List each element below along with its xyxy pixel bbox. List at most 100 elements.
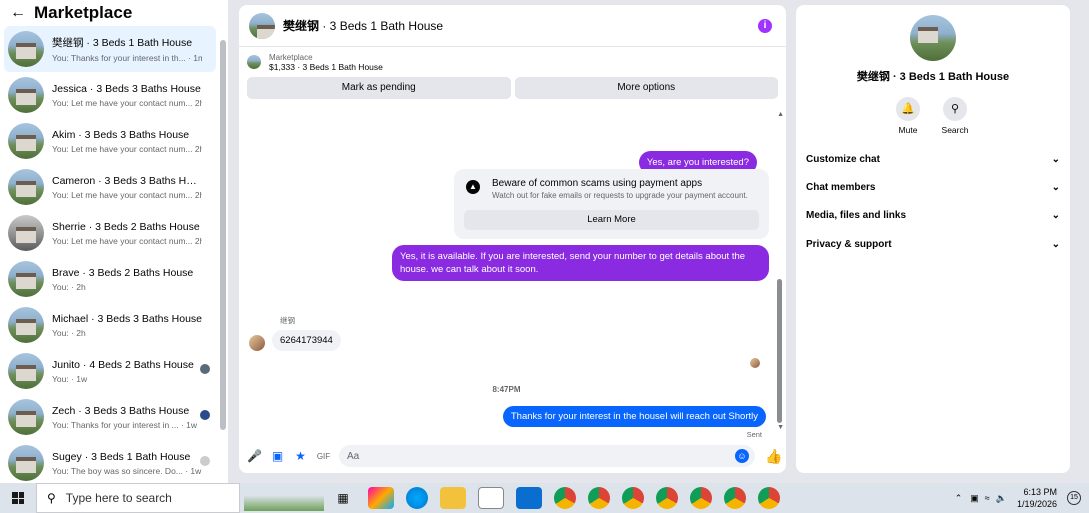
chat-members-row[interactable]: Chat members ⌄	[806, 182, 1060, 193]
conversation-title: Brave · 3 Beds 2 Baths House	[52, 266, 194, 279]
conversation-title: Michael · 3 Beds 3 Baths House	[52, 312, 202, 325]
chrome-icon[interactable]	[724, 487, 746, 509]
avatar	[8, 31, 44, 67]
chat-panel: 樊继钢 · 3 Beds 1 Bath House i Marketplace …	[239, 5, 786, 473]
listing-price: $1,333 · 3 Beds 1 Bath House	[269, 61, 383, 72]
conversation-item[interactable]: Sugey · 3 Beds 1 Bath House You: The boy …	[4, 440, 216, 486]
privacy-support-row[interactable]: Privacy & support ⌄	[806, 239, 1060, 250]
wifi-icon[interactable]: ≈	[985, 493, 990, 503]
photo-icon[interactable]: ▣	[270, 449, 285, 464]
back-arrow-icon[interactable]: ←	[10, 4, 26, 22]
conversation-preview: You: · 1w	[52, 373, 88, 384]
conversation-list: 樊继钢 · 3 Beds 1 Bath House You: Thanks for…	[4, 26, 216, 486]
more-options-button[interactable]: More options	[514, 77, 778, 99]
windows-logo-icon	[12, 492, 24, 504]
bell-icon[interactable]: 🔔	[896, 97, 920, 121]
media-files-links-row[interactable]: Media, files and links ⌄	[806, 210, 1060, 221]
search-icon[interactable]: ⚲	[943, 97, 967, 121]
microphone-icon[interactable]: 🎤	[247, 449, 262, 464]
file-explorer-icon[interactable]	[440, 487, 466, 509]
section-label: Chat members	[806, 182, 876, 193]
conversation-preview: You: Let me have your contact num... 2h	[52, 235, 202, 246]
listing-label: Marketplace	[269, 52, 313, 62]
clock[interactable]: 6:13 PM 1/19/2026	[1017, 486, 1057, 510]
message-input[interactable]: Aa ☺	[339, 445, 755, 467]
chevron-down-icon: ⌄	[1051, 154, 1060, 165]
avatar[interactable]	[249, 12, 275, 39]
conversation-item[interactable]: Michael · 3 Beds 3 Baths House You: · 2h	[4, 302, 216, 348]
chrome-icon[interactable]	[656, 487, 678, 509]
chat-contact-name: 樊继钢	[283, 19, 320, 33]
chrome-icon[interactable]	[690, 487, 712, 509]
scroll-down-arrow-icon[interactable]: ▼	[777, 424, 784, 431]
scam-warning-card: ▲ Beware of common scams using payment a…	[454, 169, 769, 239]
avatar	[249, 335, 265, 351]
info-icon[interactable]: i	[758, 19, 772, 33]
read-receipt-avatar	[750, 358, 760, 368]
store-icon[interactable]	[478, 487, 504, 509]
conversation-item[interactable]: Junito · 4 Beds 2 Baths House You: · 1w	[4, 348, 216, 394]
emoji-icon[interactable]: ☺	[735, 449, 749, 463]
volume-icon[interactable]: 🔈	[996, 493, 1007, 504]
taskbar-search[interactable]: ⚲ Type here to search	[36, 483, 240, 513]
section-label: Media, files and links	[806, 210, 907, 221]
outgoing-message: Yes, it is available. If you are interes…	[392, 245, 769, 281]
avatar	[8, 399, 44, 435]
copilot-icon[interactable]	[368, 487, 394, 509]
conversation-item[interactable]: Cameron · 3 Beds 3 Baths House You: Let m…	[4, 164, 216, 210]
chrome-icon[interactable]	[622, 487, 644, 509]
notification-badge[interactable]: 15	[1067, 491, 1081, 505]
conversation-item[interactable]: Jessica · 3 Beds 3 Baths House You: Let m…	[4, 72, 216, 118]
chat-header: 樊继钢 · 3 Beds 1 Bath House i	[239, 5, 786, 47]
chrome-icon[interactable]	[554, 487, 576, 509]
start-button[interactable]	[0, 483, 36, 513]
conversation-item[interactable]: Brave · 3 Beds 2 Baths House You: · 2h	[4, 256, 216, 302]
chrome-icon[interactable]	[758, 487, 780, 509]
conversation-item[interactable]: Zech · 3 Beds 3 Baths House You: Thanks f…	[4, 394, 216, 440]
scrollbar-thumb[interactable]	[220, 40, 226, 430]
shield-icon: ▲	[466, 180, 480, 194]
sidebar-scrollbar[interactable]	[219, 30, 227, 478]
thumbs-up-icon[interactable]: 👍	[765, 448, 782, 465]
outgoing-message: Thanks for your interest in the houseI w…	[502, 406, 766, 427]
avatar	[8, 123, 44, 159]
system-tray: ⌃ ▣ ≈ 🔈 6:13 PM 1/19/2026 15	[955, 483, 1089, 513]
message-composer: 🎤 ▣ ★ GIF Aa ☺ 👍	[239, 439, 786, 473]
gif-icon[interactable]: GIF	[316, 449, 331, 464]
conversation-item[interactable]: 樊继钢 · 3 Beds 1 Bath House You: Thanks for…	[4, 26, 216, 72]
conversation-title: Junito · 4 Beds 2 Baths House	[52, 358, 194, 371]
clock-date: 1/19/2026	[1016, 499, 1057, 509]
section-label: Privacy & support	[806, 239, 892, 250]
customize-chat-row[interactable]: Customize chat ⌄	[806, 154, 1060, 165]
sticker-icon[interactable]: ★	[293, 449, 308, 464]
conversation-item[interactable]: Sherrie · 3 Beds 2 Baths House You: Let m…	[4, 210, 216, 256]
listing-actions: Mark as pending More options	[239, 77, 786, 99]
chevron-up-icon[interactable]: ⌃	[955, 493, 963, 504]
mark-as-pending-button[interactable]: Mark as pending	[247, 77, 511, 99]
listing-summary[interactable]: Marketplace $1,333 · 3 Beds 1 Bath House	[239, 47, 786, 77]
avatar	[910, 15, 956, 61]
conversation-preview: You: · 2h	[52, 281, 86, 292]
network-icon[interactable]: ▣	[970, 493, 979, 504]
avatar	[8, 445, 44, 481]
chat-scrollbar[interactable]	[777, 113, 783, 431]
search-icon: ⚲	[47, 491, 56, 505]
sent-status: Sent	[746, 430, 762, 439]
scrollbar-thumb[interactable]	[777, 279, 782, 423]
conversation-preview: You: Thanks for your interest in ... · 1…	[52, 419, 198, 430]
edge-icon[interactable]	[406, 487, 428, 509]
mail-icon[interactable]	[516, 487, 542, 509]
learn-more-button[interactable]: Learn More	[464, 210, 759, 230]
task-view-icon[interactable]: ▦	[330, 487, 356, 509]
avatar	[8, 169, 44, 205]
chat-title: 樊继钢 · 3 Beds 1 Bath House	[283, 17, 443, 34]
seen-avatar-icon	[200, 410, 210, 420]
chevron-down-icon: ⌄	[1051, 182, 1060, 193]
search-highlight-image[interactable]	[244, 485, 324, 511]
conversation-item[interactable]: Akim · 3 Beds 3 Baths House You: Let me h…	[4, 118, 216, 164]
conversation-preview: You: Let me have your contact num... 2h	[52, 97, 202, 108]
message-input-placeholder: Aa	[347, 450, 360, 462]
conversation-preview: You: Let me have your contact num... 2h	[52, 143, 202, 154]
chrome-icon[interactable]	[588, 487, 610, 509]
clock-time: 6:13 PM	[1023, 487, 1057, 497]
